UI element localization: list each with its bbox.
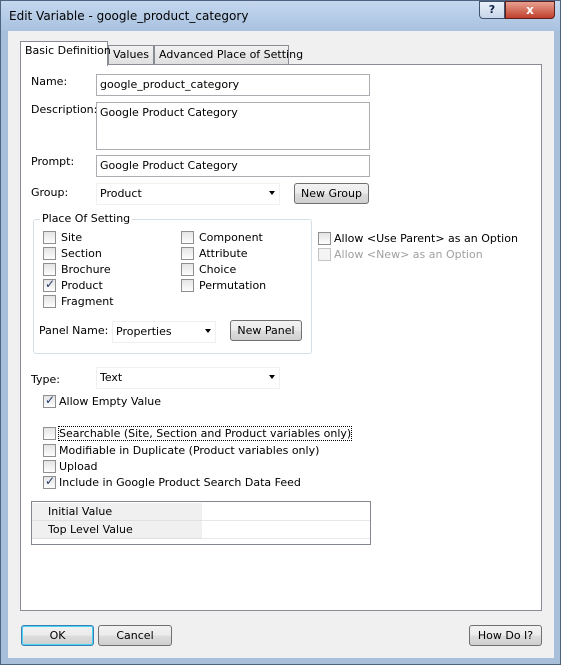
- type-label: Type:: [31, 373, 60, 386]
- component-label: Component: [199, 231, 263, 244]
- site-label: Site: [61, 231, 83, 244]
- new-group-button[interactable]: New Group: [294, 183, 369, 204]
- top-level-value-cell[interactable]: [202, 521, 370, 539]
- upload-checkbox[interactable]: [43, 460, 56, 473]
- prompt-input[interactable]: Google Product Category: [96, 155, 370, 177]
- window-title: Edit Variable - google_product_category: [9, 9, 249, 23]
- close-icon[interactable]: x: [505, 1, 555, 19]
- basic-definition-panel: Name: google_product_category Descriptio…: [20, 64, 542, 611]
- panel-name-value: Properties: [116, 325, 172, 338]
- tab-basic-definition[interactable]: Basic Definition: [20, 41, 111, 66]
- modifiable-in-duplicate-label: Modifiable in Duplicate (Product variabl…: [59, 444, 320, 457]
- chevron-down-icon[interactable]: [269, 191, 275, 195]
- help-icon[interactable]: ?: [479, 1, 505, 19]
- description-input[interactable]: Google Product Category: [96, 102, 370, 150]
- allow-empty-value-checkbox[interactable]: [43, 393, 56, 408]
- description-label: Description:: [31, 103, 98, 116]
- chevron-down-icon[interactable]: [205, 329, 211, 333]
- top-level-value-label: Top Level Value: [32, 521, 202, 539]
- place-of-setting-group: Place Of Setting Site Section Brochure P…: [33, 212, 312, 354]
- tab-label: Basic Definition: [25, 44, 111, 57]
- choice-checkbox[interactable]: [181, 263, 194, 276]
- place-of-setting-title: Place Of Setting: [40, 212, 133, 225]
- cancel-button[interactable]: Cancel: [98, 625, 172, 646]
- chevron-down-icon[interactable]: [269, 375, 275, 379]
- fragment-label: Fragment: [61, 295, 114, 308]
- allow-new-label: Allow <New> as an Option: [334, 248, 483, 261]
- type-select[interactable]: Text: [96, 367, 280, 389]
- initial-value-label: Initial Value: [32, 503, 202, 521]
- tab-values[interactable]: Values: [108, 45, 154, 64]
- initial-value-cell[interactable]: [202, 503, 370, 521]
- group-label: Group:: [31, 186, 69, 199]
- name-label: Name:: [31, 75, 68, 88]
- tab-label: Advanced Place of Setting: [159, 48, 304, 61]
- tab-advanced-place-of-setting[interactable]: Advanced Place of Setting: [154, 45, 303, 64]
- new-panel-button[interactable]: New Panel: [230, 320, 302, 341]
- section-checkbox[interactable]: [43, 247, 56, 260]
- permutation-label: Permutation: [199, 279, 267, 292]
- fragment-checkbox[interactable]: [43, 295, 56, 308]
- attribute-label: Attribute: [199, 247, 248, 260]
- searchable-checkbox[interactable]: [43, 427, 56, 440]
- allow-use-parent-checkbox[interactable]: [318, 232, 331, 245]
- group-select[interactable]: Product: [96, 183, 280, 205]
- type-value: Text: [100, 371, 123, 384]
- ok-button[interactable]: OK: [21, 625, 94, 646]
- brochure-checkbox[interactable]: [43, 263, 56, 276]
- site-checkbox[interactable]: [43, 231, 56, 244]
- product-label: Product: [61, 279, 103, 292]
- section-label: Section: [61, 247, 102, 260]
- values-grid: Initial Value Top Level Value: [31, 501, 371, 545]
- how-do-i-button[interactable]: How Do I?: [469, 625, 542, 646]
- upload-label: Upload: [59, 460, 98, 473]
- include-google-feed-checkbox[interactable]: [43, 474, 56, 489]
- prompt-label: Prompt:: [31, 155, 75, 168]
- table-row: Top Level Value: [32, 521, 370, 539]
- panel-name-select[interactable]: Properties: [112, 321, 216, 343]
- table-row: Initial Value: [32, 503, 370, 521]
- title-bar[interactable]: Edit Variable - google_product_category …: [1, 1, 560, 31]
- edit-variable-window: Edit Variable - google_product_category …: [0, 0, 561, 665]
- choice-label: Choice: [199, 263, 237, 276]
- name-input[interactable]: google_product_category: [96, 74, 370, 96]
- panel-name-label: Panel Name:: [39, 324, 109, 337]
- allow-new-checkbox: [318, 248, 331, 261]
- allow-use-parent-label: Allow <Use Parent> as an Option: [334, 232, 518, 245]
- brochure-label: Brochure: [61, 263, 111, 276]
- permutation-checkbox[interactable]: [181, 279, 194, 292]
- searchable-label: Searchable (Site, Section and Product va…: [57, 426, 353, 441]
- allow-empty-value-label: Allow Empty Value: [59, 395, 162, 408]
- tab-label: Values: [113, 48, 149, 61]
- dialog-client: Basic Definition Values Advanced Place o…: [8, 31, 554, 658]
- product-checkbox[interactable]: [43, 277, 56, 292]
- modifiable-in-duplicate-checkbox[interactable]: [43, 444, 56, 457]
- group-value: Product: [100, 187, 142, 200]
- attribute-checkbox[interactable]: [181, 247, 194, 260]
- include-google-feed-label: Include in Google Product Search Data Fe…: [59, 476, 301, 489]
- component-checkbox[interactable]: [181, 231, 194, 244]
